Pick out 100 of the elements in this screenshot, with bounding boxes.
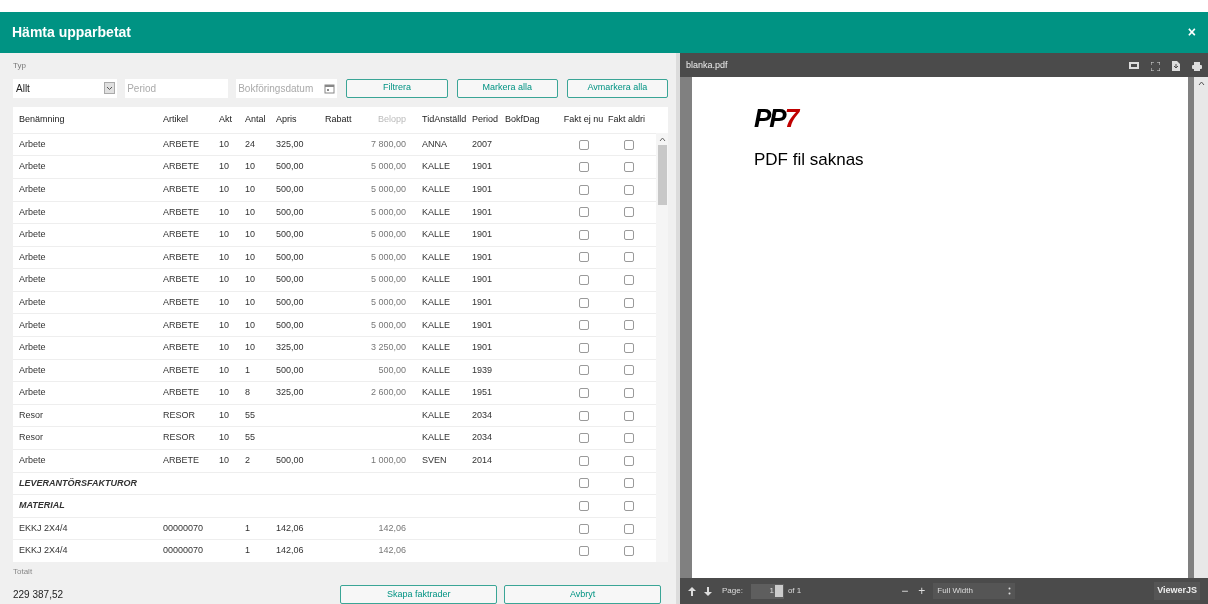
checkbox[interactable] — [623, 252, 634, 263]
checkbox[interactable] — [578, 478, 589, 489]
spinner-icon[interactable] — [774, 585, 783, 597]
close-button[interactable]: × — [1187, 22, 1196, 43]
column-header[interactable]: BokfDag — [505, 112, 559, 127]
checkbox[interactable] — [623, 455, 634, 466]
date-field[interactable]: Bokföringsdatum — [236, 78, 338, 98]
scroll-up-icon[interactable] — [658, 135, 666, 142]
checkbox[interactable] — [623, 162, 634, 173]
table-cell-text: SVEN — [421, 454, 448, 468]
checkbox[interactable] — [623, 184, 634, 195]
column-header[interactable]: Rabatt — [325, 112, 360, 127]
checkbox[interactable] — [623, 229, 634, 240]
checkbox[interactable] — [578, 523, 589, 534]
period-field[interactable]: Period — [125, 78, 229, 98]
scroll-up-icon[interactable] — [1197, 80, 1205, 86]
checkbox[interactable] — [623, 501, 634, 511]
zoom-dropdown[interactable]: Full Width — [933, 583, 1016, 599]
table-cell-text: 5 000,00 — [369, 205, 407, 219]
page-label: Page: — [722, 585, 743, 597]
table-cell-text: 10 — [219, 431, 230, 445]
print-icon[interactable] — [1192, 61, 1202, 71]
checkbox[interactable] — [578, 365, 589, 376]
checkbox[interactable] — [578, 501, 589, 511]
checkbox[interactable] — [623, 320, 634, 331]
footer-button[interactable]: Avbryt — [504, 585, 661, 604]
table-cell-text: 10 — [219, 160, 230, 174]
arrow-up-icon[interactable] — [688, 586, 696, 596]
table-cell-text: 10 — [245, 182, 256, 196]
column-header[interactable]: Period — [472, 112, 505, 127]
checkbox[interactable] — [578, 342, 589, 353]
checkbox[interactable] — [623, 523, 634, 534]
table-cell-text: 1901 — [472, 160, 494, 174]
type-dropdown[interactable]: Allt — [13, 78, 118, 98]
column-header[interactable]: Antal — [245, 112, 276, 127]
column-header[interactable]: Apris — [276, 112, 325, 127]
fullscreen-icon[interactable] — [1151, 61, 1160, 71]
table-cell-text: 500,00 — [276, 182, 305, 196]
checkbox[interactable] — [623, 546, 634, 557]
table-cell-text: Resor — [18, 431, 44, 445]
checkbox[interactable] — [578, 546, 589, 557]
table-cell-text: 55 — [245, 408, 256, 422]
checkbox[interactable] — [578, 455, 589, 466]
checkbox[interactable] — [623, 388, 634, 399]
checkbox[interactable] — [578, 433, 589, 444]
table-cell-text: 142,06 — [276, 521, 305, 535]
checkbox[interactable] — [623, 297, 634, 308]
checkbox[interactable] — [623, 139, 634, 150]
zoom-out-button[interactable]: − — [901, 582, 909, 600]
checkbox[interactable] — [578, 207, 589, 218]
table-cell-text: 10 — [245, 250, 256, 264]
checkbox[interactable] — [578, 388, 589, 399]
table-cell-text: Arbete — [18, 386, 47, 400]
footer-button[interactable]: Skapa faktrader — [340, 585, 498, 604]
download-icon[interactable] — [1172, 61, 1180, 71]
column-header[interactable]: TidAnställd — [420, 112, 472, 127]
table-cell-text: ARBETE — [163, 273, 200, 287]
checkbox[interactable] — [623, 365, 634, 376]
table-cell-text: 1951 — [472, 386, 494, 400]
type-label: Typ — [13, 60, 27, 72]
page-field[interactable]: 1 — [750, 583, 784, 599]
table-cell-text: 500,00 — [276, 273, 305, 287]
checkbox[interactable] — [578, 184, 589, 195]
table-cell-text: 500,00 — [276, 363, 305, 377]
table-cell-text: 10 — [219, 205, 230, 219]
checkbox[interactable] — [623, 207, 634, 218]
zoom-in-button[interactable]: + — [918, 582, 926, 600]
filter-button[interactable]: Markera alla — [456, 78, 558, 98]
checkbox[interactable] — [578, 297, 589, 308]
column-header[interactable]: Akt — [219, 112, 245, 127]
checkbox[interactable] — [623, 275, 634, 286]
checkbox[interactable] — [578, 229, 589, 240]
filter-button[interactable]: Avmarkera alla — [566, 78, 668, 98]
checkbox[interactable] — [623, 410, 634, 421]
table-cell-text: RESOR — [163, 431, 196, 445]
column-header[interactable]: Artikel — [163, 112, 219, 127]
table-cell-text: 10 — [219, 250, 230, 264]
column-header[interactable]: Fakt ej nu — [559, 112, 608, 127]
file-name: blanka.pdf — [686, 59, 728, 73]
scrollbar[interactable] — [656, 132, 668, 562]
scrollbar-thumb[interactable] — [657, 144, 667, 205]
checkbox[interactable] — [578, 139, 589, 150]
checkbox[interactable] — [578, 162, 589, 173]
table-cell-text: 24 — [245, 137, 256, 151]
column-header[interactable]: Benämning — [13, 112, 163, 127]
arrow-down-icon[interactable] — [704, 586, 712, 596]
table-cell-text: Arbete — [18, 454, 47, 468]
filter-button[interactable]: Filtrera — [346, 78, 448, 98]
checkbox[interactable] — [578, 275, 589, 286]
table-cell-text: ARBETE — [163, 363, 200, 377]
table-cell-text: 3 250,00 — [369, 341, 407, 355]
checkbox[interactable] — [578, 410, 589, 421]
checkbox[interactable] — [623, 478, 634, 489]
presentation-icon[interactable] — [1129, 61, 1139, 71]
column-header[interactable]: Fakt aldri — [608, 112, 649, 127]
checkbox[interactable] — [578, 320, 589, 331]
checkbox[interactable] — [623, 433, 634, 444]
checkbox[interactable] — [623, 342, 634, 353]
group-heading: MATERIAL — [18, 499, 66, 513]
checkbox[interactable] — [578, 252, 589, 263]
